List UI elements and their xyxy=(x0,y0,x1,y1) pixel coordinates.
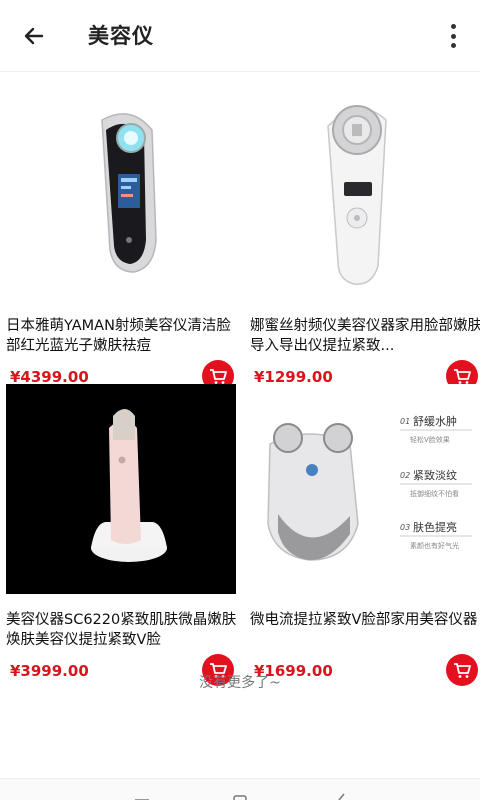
product-card[interactable]: 美容仪器SC6220紧致肌肤微晶嫩肤焕肤美容仪提拉紧致V脸 ¥3999.00 xyxy=(6,384,242,686)
feature-2-subtitle: 抵御细纹不怕看 xyxy=(410,489,459,498)
feature-1-subtitle: 轻松V脸效果 xyxy=(410,435,450,444)
back-nav-icon[interactable] xyxy=(334,793,350,800)
home-icon[interactable] xyxy=(232,793,248,800)
feature-1-number: 01 xyxy=(400,417,410,426)
product-card[interactable]: 日本雅萌YAMAN射频美容仪清洁脸部红光蓝光子嫩肤祛痘 ¥4399.00 xyxy=(6,90,242,392)
product-image[interactable]: 01 舒缓水肿 轻松V脸效果 02 紧致淡纹 抵御细纹不怕看 03 肤色提亮 素… xyxy=(250,384,480,594)
cart-icon xyxy=(454,369,471,384)
product-name[interactable]: 日本雅萌YAMAN射频美容仪清洁脸部红光蓝光子嫩肤祛痘 xyxy=(6,316,238,356)
feature-2-title: 紧致淡纹 xyxy=(413,468,457,482)
app-bar: 美容仪 xyxy=(0,0,480,72)
product-image[interactable] xyxy=(6,90,236,300)
dot-icon xyxy=(450,33,456,39)
nuface-device-image: 01 舒缓水肿 轻松V脸效果 02 紧致淡纹 抵御细纹不怕看 03 肤色提亮 素… xyxy=(250,384,480,594)
product-image[interactable] xyxy=(6,384,236,594)
back-button[interactable] xyxy=(20,22,48,50)
namis-device-image xyxy=(250,90,480,300)
no-more-text: 没有更多了~ xyxy=(199,675,281,691)
cart-icon xyxy=(210,369,227,384)
product-card[interactable]: 01 舒缓水肿 轻松V脸效果 02 紧致淡纹 抵御细纹不怕看 03 肤色提亮 素… xyxy=(250,384,480,686)
arrow-left-icon xyxy=(24,27,44,45)
feature-3-title: 肤色提亮 xyxy=(413,520,457,534)
philips-device-image xyxy=(9,388,233,590)
page-title: 美容仪 xyxy=(88,24,154,48)
product-name[interactable]: 美容仪器SC6220紧致肌肤微晶嫩肤焕肤美容仪提拉紧致V脸 xyxy=(6,610,238,650)
dot-icon xyxy=(450,24,456,29)
product-card[interactable]: 娜蜜丝射频仪美容仪器家用脸部嫩肤导入导出仪提拉紧致... ¥1299.00 xyxy=(250,90,480,392)
dot-icon xyxy=(450,43,456,48)
feature-1-title: 舒缓水肿 xyxy=(413,414,457,428)
product-name[interactable]: 微电流提拉紧致V脸部家用美容仪器 xyxy=(250,610,480,650)
feature-2-number: 02 xyxy=(400,471,410,480)
menu-icon[interactable] xyxy=(134,793,150,800)
feature-3-number: 03 xyxy=(400,523,410,532)
product-name[interactable]: 娜蜜丝射频仪美容仪器家用脸部嫩肤导入导出仪提拉紧致... xyxy=(250,316,480,356)
yaman-device-image xyxy=(6,90,236,300)
feature-3-subtitle: 素颜也有好气光 xyxy=(410,541,459,550)
system-nav-bar xyxy=(0,778,480,800)
product-image[interactable] xyxy=(250,90,480,300)
more-options-button[interactable] xyxy=(448,24,458,48)
